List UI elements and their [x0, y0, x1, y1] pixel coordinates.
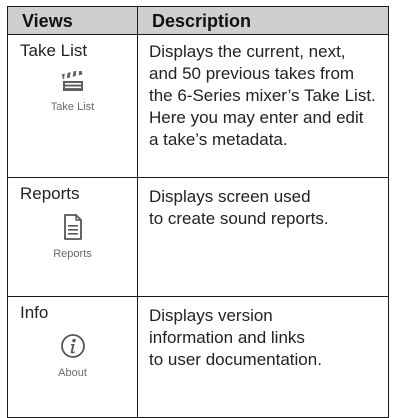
view-name: Info: [20, 303, 49, 322]
views-table: Views Description Take List Take List Di…: [7, 6, 389, 418]
document-icon: [8, 214, 137, 245]
view-name: Take List: [20, 41, 88, 60]
header-description: Description: [137, 6, 389, 35]
table-row-take-list: Take List Take List Displays the current…: [7, 34, 389, 178]
view-name: Reports: [20, 184, 80, 203]
view-cell: Reports Reports: [7, 177, 138, 297]
table-row-reports: Reports Reports Displays screen used to …: [7, 177, 389, 297]
description-cell: Displays version information and links t…: [137, 296, 389, 418]
clapperboard-icon: [8, 71, 137, 98]
view-cell: Take List Take List: [7, 34, 138, 178]
view-description: Displays screen used to create sound rep…: [149, 187, 329, 228]
view-cell: Info About: [7, 296, 138, 418]
icon-caption: Take List: [50, 101, 95, 113]
icon-caption: Reports: [53, 248, 92, 260]
table-row-info: Info About Displays version information …: [7, 296, 389, 418]
header-views: Views: [7, 6, 138, 35]
table-header-row: Views Description: [7, 6, 389, 35]
description-cell: Displays the current, next, and 50 previ…: [137, 34, 389, 178]
view-description: Displays the current, next, and 50 previ…: [149, 42, 376, 149]
info-circle-icon: [8, 333, 137, 364]
icon-caption: About: [58, 367, 87, 379]
description-cell: Displays screen used to create sound rep…: [137, 177, 389, 297]
view-description: Displays version information and links t…: [149, 306, 322, 369]
